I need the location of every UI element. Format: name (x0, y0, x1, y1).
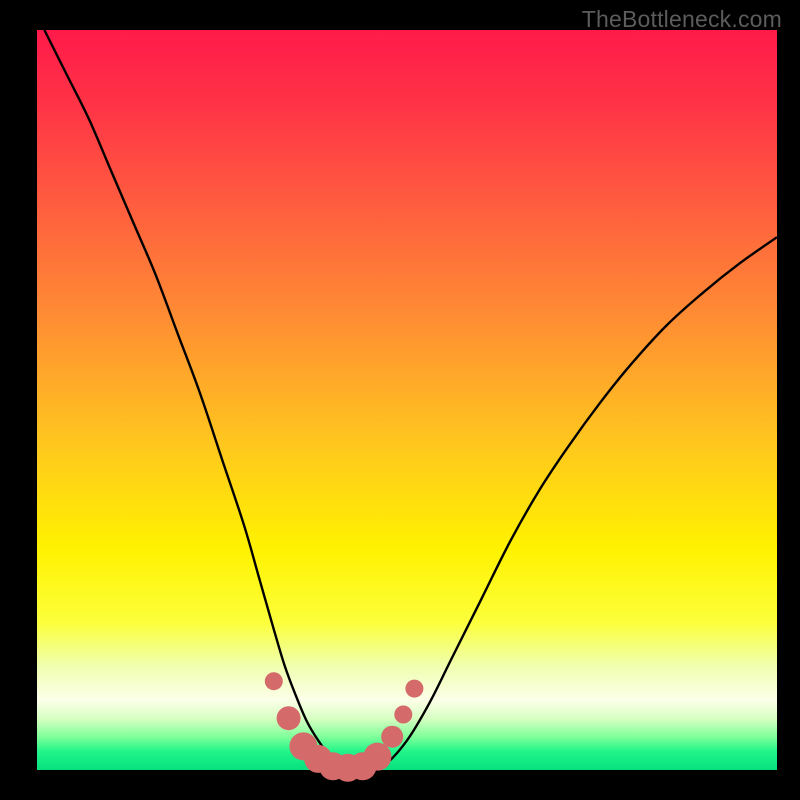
marker-point (381, 726, 403, 748)
marker-point (394, 706, 412, 724)
marker-cluster (265, 672, 424, 782)
chart-frame: TheBottleneck.com (0, 0, 800, 800)
marker-point (265, 672, 283, 690)
chart-svg (37, 30, 777, 770)
marker-point (405, 680, 423, 698)
plot-area (37, 30, 777, 770)
marker-point (363, 743, 391, 771)
marker-point (277, 706, 301, 730)
watermark-text: TheBottleneck.com (582, 6, 782, 33)
bottleneck-curve (44, 30, 777, 770)
